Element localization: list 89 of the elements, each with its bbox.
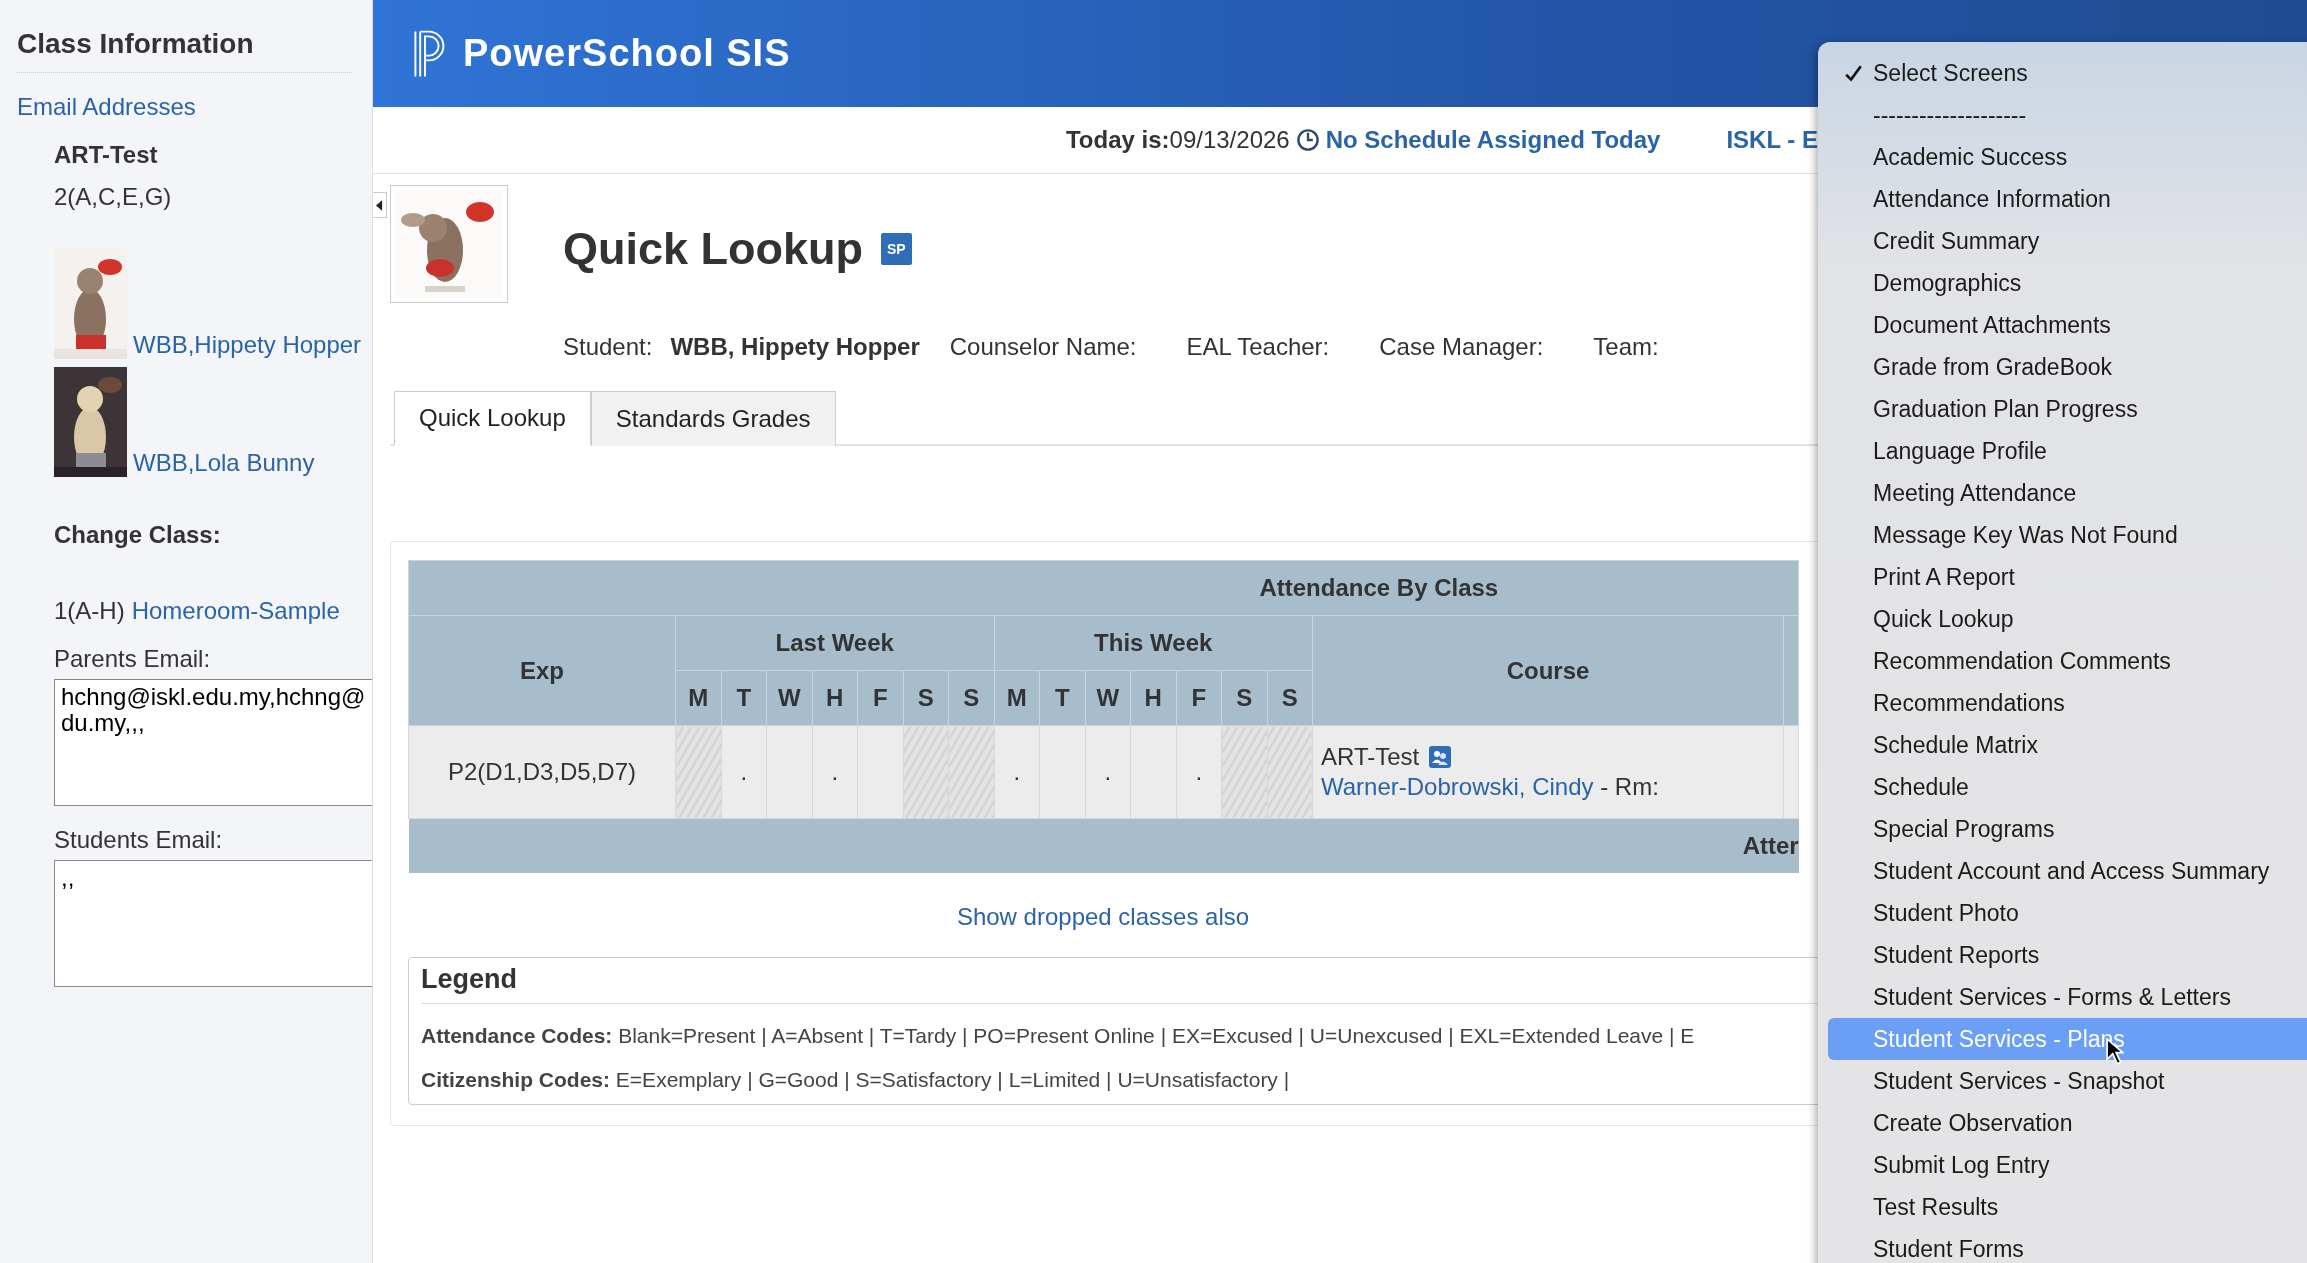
column-header: Exp [408, 615, 676, 726]
field-label: Parents Email: [54, 645, 212, 673]
parents-email-field[interactable]: hchng@iskl.edu.my,hchng@ du.my,,, [54, 679, 372, 806]
column-header: Last Week [675, 615, 994, 671]
change-class-label: Change Class: [54, 521, 222, 549]
menu-item[interactable]: Demographics [1828, 262, 2307, 304]
collapse-button[interactable] [373, 192, 387, 218]
day-header: S [1221, 670, 1267, 726]
today-date: Today is:09/13/2026 [1066, 126, 1290, 154]
student-link[interactable]: WBB,Lola Bunny [133, 449, 315, 477]
tab[interactable]: Standards Grades [590, 391, 836, 446]
menu-item[interactable]: Student Services - Snapshot [1828, 1060, 2307, 1102]
menu-item[interactable]: Special Programs [1828, 808, 2307, 850]
legend-text: Attendance Codes: Blank=Present | A=Absent | T=Tardy | PO=Present Online | EX=Excused | U=Unexcused | EXL=Extended Leave | E [421, 1024, 1695, 1048]
info-label: Case Manager: [1379, 333, 1544, 361]
day-header: T [1039, 670, 1085, 726]
menu-item[interactable]: Credit Summary [1828, 220, 2307, 262]
menu-item[interactable]: Student Forms [1828, 1228, 2307, 1263]
table-cell: . [812, 725, 858, 819]
table-cell: P2(D1,D3,D5,D7) [408, 725, 676, 819]
menu-item[interactable]: Graduation Plan Progress [1828, 388, 2307, 430]
day-header: F [857, 670, 903, 726]
info-label: Counselor Name: [949, 333, 1137, 361]
caret-icon [376, 199, 383, 211]
day-header: S [903, 670, 949, 726]
day-header: W [1085, 670, 1131, 726]
menu-item[interactable]: Attendance Information [1828, 178, 2307, 220]
class-period: 2(A,C,E,G) [54, 183, 173, 211]
menu-item[interactable]: Quick Lookup [1828, 598, 2307, 640]
tab[interactable]: Quick Lookup [394, 391, 591, 446]
table-cell: . [1085, 725, 1131, 819]
table-cell: . [994, 725, 1040, 819]
table-cell: . [721, 725, 767, 819]
info-label: EAL Teacher: [1186, 333, 1330, 361]
day-header: H [812, 670, 858, 726]
brand-name: PowerSchool SIS [463, 32, 791, 75]
menu-item[interactable]: Academic Success [1828, 136, 2307, 178]
day-header: H [1130, 670, 1176, 726]
menu-item[interactable]: Message Key Was Not Found [1828, 514, 2307, 556]
page-title: Quick Lookup [563, 223, 863, 275]
day-header: W [766, 670, 812, 726]
table-cell: . [1176, 725, 1222, 819]
day-header: S [948, 670, 994, 726]
menu-item[interactable]: Meeting Attendance [1828, 472, 2307, 514]
menu-item[interactable]: Test Results [1828, 1186, 2307, 1228]
teacher-link[interactable]: Warner-Dobrowski, Cindy [1321, 773, 1594, 800]
sidebar-title: Class Information [17, 28, 352, 73]
course-name: ART-Test [1321, 742, 1420, 772]
info-value: WBB, Hippety Hopper [670, 333, 920, 361]
menu-item[interactable]: Student Account and Access Summary [1828, 850, 2307, 892]
menu-item[interactable]: Language Profile [1828, 430, 2307, 472]
column-header: This Week [994, 615, 1313, 671]
day-header: M [675, 670, 721, 726]
menu-item[interactable]: Select Screens [1828, 52, 2307, 94]
class-period: 1(A-H) [54, 597, 125, 625]
day-header: M [994, 670, 1040, 726]
show-dropped-link[interactable]: Show dropped classes also [956, 903, 1250, 930]
clock-icon [1295, 128, 1320, 152]
menu-item[interactable]: Schedule Matrix [1828, 724, 2307, 766]
class-link[interactable]: Homeroom-Sample [131, 597, 340, 625]
class-name: ART-Test [54, 141, 159, 169]
room-label: - Rm: [1600, 773, 1659, 800]
students-email-field[interactable]: ,, [54, 860, 372, 987]
school-link[interactable]: ISKL - E [1726, 126, 1818, 154]
info-label: Student: [563, 333, 653, 361]
menu-item[interactable]: Student Photo [1828, 892, 2307, 934]
info-label: Team: [1593, 333, 1659, 361]
day-header: S [1267, 670, 1313, 726]
sp-badge[interactable]: SP [881, 233, 912, 265]
menu-item[interactable]: Recommendations [1828, 682, 2307, 724]
column-header: Course [1312, 615, 1784, 726]
menu-item[interactable]: Schedule [1828, 766, 2307, 808]
email-addresses-link[interactable]: Email Addresses [17, 93, 196, 121]
day-header: T [721, 670, 767, 726]
schedule-link[interactable]: No Schedule Assigned Today [1325, 126, 1661, 154]
table-footer: Atter [1742, 832, 1799, 859]
day-header: F [1176, 670, 1222, 726]
legend-text: Citizenship Codes: E=Exemplary | G=Good | S=Satisfactory | L=Limited | U=Unsatisfactory | [421, 1068, 1290, 1092]
menu-item[interactable]: -------------------- [1828, 94, 2307, 136]
table-title: Attendance By Class [1259, 574, 1499, 601]
people-icon[interactable] [1429, 746, 1452, 768]
student-link[interactable]: WBB,Hippety Hopper [133, 331, 362, 359]
menu-item[interactable]: Print A Report [1828, 556, 2307, 598]
menu-item[interactable]: Document Attachments [1828, 304, 2307, 346]
menu-item[interactable]: Recommendation Comments [1828, 640, 2307, 682]
menu-item[interactable]: Submit Log Entry [1828, 1144, 2307, 1186]
menu-item[interactable]: Grade from GradeBook [1828, 346, 2307, 388]
field-label: Students Email: [54, 826, 224, 854]
menu-item[interactable]: Create Observation [1828, 1102, 2307, 1144]
